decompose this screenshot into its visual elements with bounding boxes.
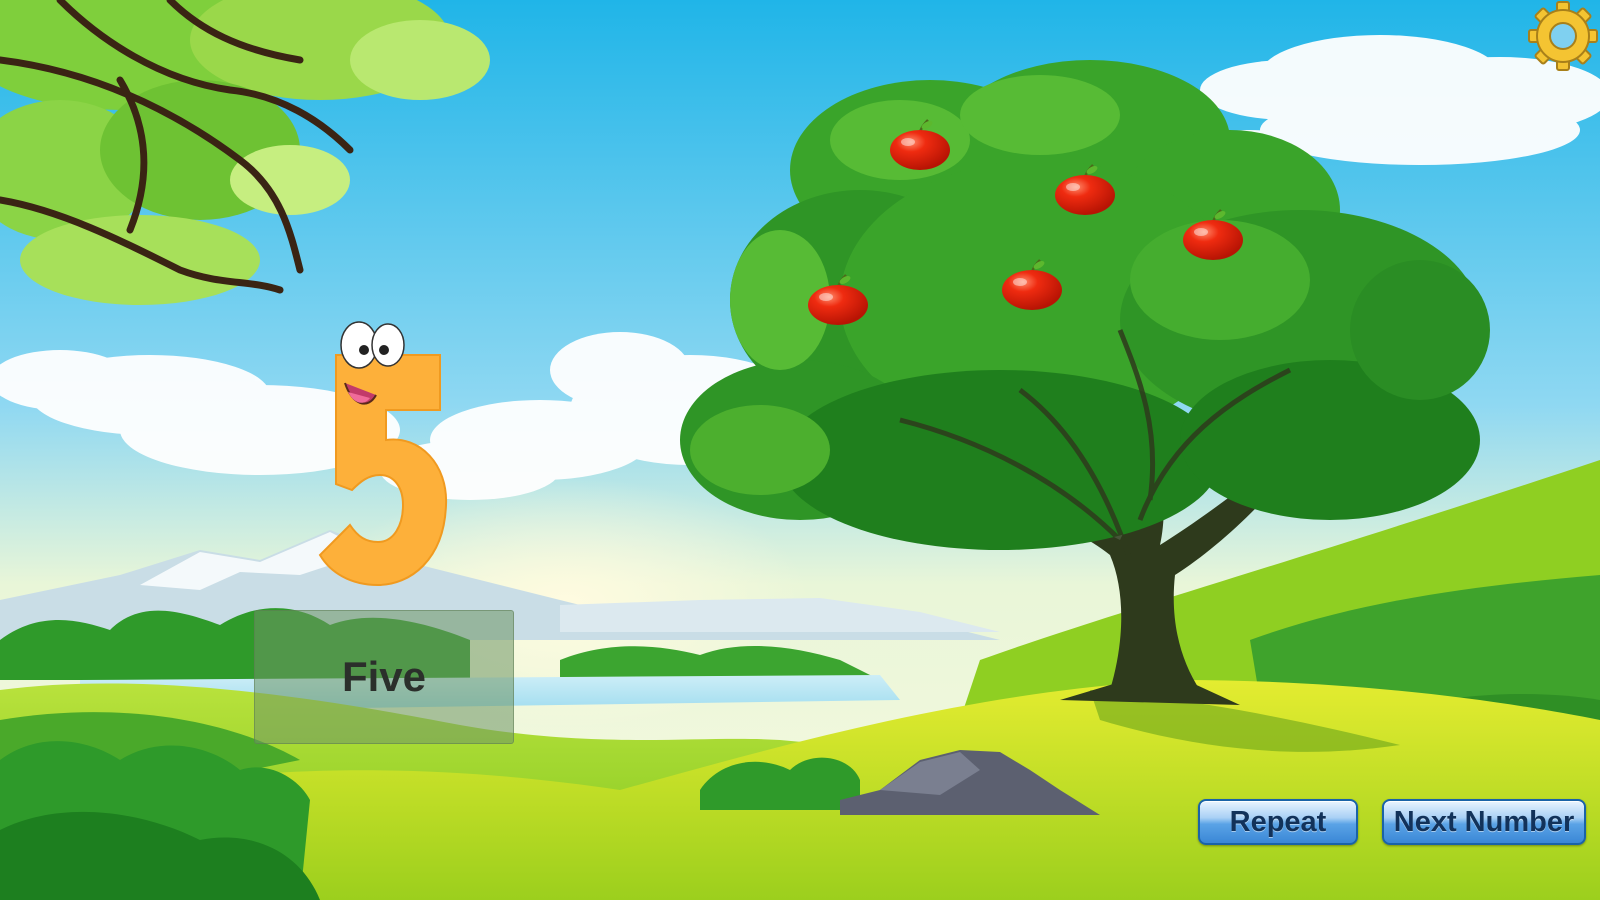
number-word: Five <box>341 653 427 700</box>
game-stage: Five Repeat Next Number <box>0 0 1600 900</box>
gear-icon[interactable] <box>1528 1 1598 71</box>
numeral-five-character <box>318 321 448 587</box>
next-number-button[interactable]: Next Number <box>1382 799 1586 845</box>
number-word-panel: Five <box>254 610 514 744</box>
background-scene <box>0 0 1600 900</box>
repeat-button[interactable]: Repeat <box>1198 799 1358 845</box>
